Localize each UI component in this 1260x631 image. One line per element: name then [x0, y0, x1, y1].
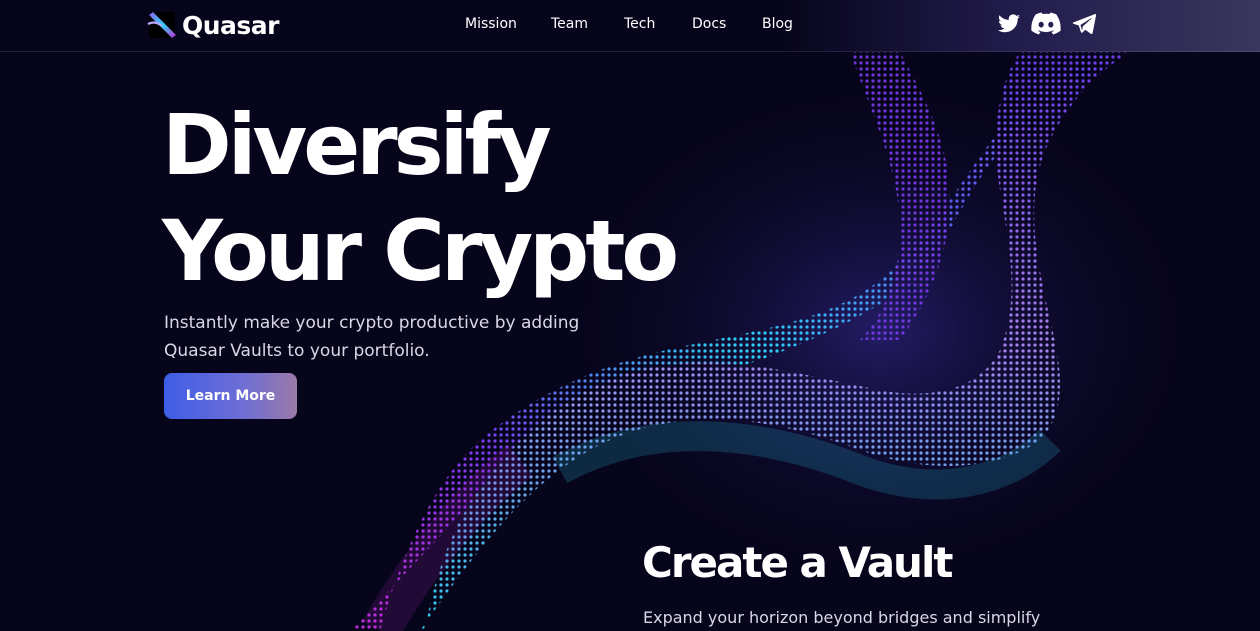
- hero-title-line-2: Your Crypto: [162, 202, 679, 300]
- nav-link-mission[interactable]: Mission: [465, 16, 517, 32]
- twitter-icon: [998, 14, 1020, 33]
- nav-link-tech[interactable]: Tech: [624, 16, 655, 32]
- discord-icon: [1031, 12, 1061, 35]
- learn-more-button[interactable]: Learn More: [164, 373, 297, 419]
- quasar-logo-icon: [147, 12, 176, 38]
- create-vault-heading: Create a Vault: [642, 538, 953, 587]
- hero-subtitle: Instantly make your crypto productive by…: [164, 309, 604, 365]
- top-navbar: Quasar Mission Team Tech Docs Blog: [0, 0, 1260, 52]
- telegram-link[interactable]: [1072, 12, 1096, 38]
- hero-title: Diversify Your Crypto: [162, 92, 679, 304]
- nav-link-blog[interactable]: Blog: [762, 16, 793, 32]
- create-vault-subtitle: Expand your horizon beyond bridges and s…: [643, 608, 1041, 627]
- nav-link-docs[interactable]: Docs: [692, 16, 726, 32]
- twitter-link[interactable]: [996, 12, 1022, 38]
- nav-link-team[interactable]: Team: [551, 16, 588, 32]
- hero-title-line-1: Diversify: [162, 96, 552, 194]
- page: Quasar Mission Team Tech Docs Blog Diver…: [0, 0, 1260, 631]
- telegram-icon: [1072, 13, 1096, 34]
- brand-name: Quasar: [182, 10, 280, 40]
- hero-subtitle-line-1: Instantly make your crypto productive by…: [164, 313, 580, 333]
- hero-subtitle-line-2: Quasar Vaults to your portfolio.: [164, 341, 430, 361]
- brand-logo-link[interactable]: Quasar: [146, 8, 280, 42]
- discord-link[interactable]: [1031, 12, 1061, 38]
